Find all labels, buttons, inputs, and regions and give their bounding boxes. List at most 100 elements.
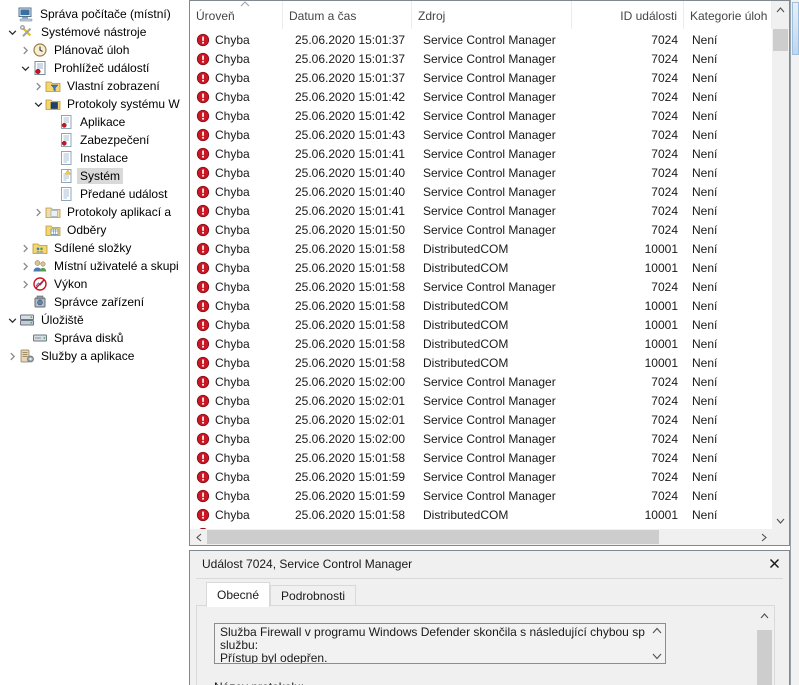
event-row[interactable]: Chyba25.06.2020 15:01:40Service Control … (190, 182, 772, 201)
event-source: Service Control Manager (412, 394, 572, 408)
chevron-right-icon[interactable] (18, 259, 32, 273)
error-icon (196, 185, 210, 199)
event-row[interactable]: Chyba25.06.2020 15:01:58DistributedCOM10… (190, 334, 772, 353)
event-row[interactable]: Chyba25.06.2020 15:01:41Service Control … (190, 201, 772, 220)
event-row[interactable]: Chyba25.06.2020 15:01:43Service Control … (190, 125, 772, 144)
event-row[interactable]: Chyba25.06.2020 15:01:58DistributedCOM10… (190, 353, 772, 372)
chevron-right-icon[interactable] (18, 43, 32, 57)
event-source: Service Control Manager (412, 375, 572, 389)
event-row[interactable]: Chyba25.06.2020 15:02:00Service Control … (190, 429, 772, 448)
event-row[interactable]: Chyba25.06.2020 15:01:59Service Control … (190, 486, 772, 505)
event-level: Chyba (190, 337, 283, 351)
detail-scrollbar[interactable] (756, 607, 773, 685)
tree-item-zabezpeceni[interactable]: Zabezpečení (0, 131, 184, 149)
column-header-datetime[interactable]: Datum a čas (283, 1, 412, 29)
tree-item-spravce-zarizeni[interactable]: Správce zařízení (0, 293, 184, 311)
event-datetime: 25.06.2020 15:02:00 (283, 375, 412, 389)
event-row[interactable]: Chyba25.06.2020 15:01:42Service Control … (190, 87, 772, 106)
tree-item-systemove-nastroje[interactable]: Systémové nástroje (0, 23, 184, 41)
event-datetime: 25.06.2020 15:01:43 (283, 128, 412, 142)
tree-item-vykon[interactable]: Výkon (0, 275, 184, 293)
error-icon (196, 394, 210, 408)
event-row[interactable]: Chyba25.06.2020 15:01:58Service Control … (190, 448, 772, 467)
tree-item-predane-udalost[interactable]: Předané událost (0, 185, 184, 203)
detail-scroll-up-icon[interactable] (756, 607, 773, 624)
column-header-level[interactable]: Úroveň (190, 1, 283, 29)
tree-item-protokoly-aplikaci-a[interactable]: Protokoly aplikací a (0, 203, 184, 221)
event-row[interactable]: Chyba25.06.2020 15:02:01Service Control … (190, 391, 772, 410)
event-row[interactable]: Chyba25.06.2020 15:01:58Service Control … (190, 277, 772, 296)
tree-item-vlastni-zobrazeni[interactable]: Vlastní zobrazení (0, 77, 184, 95)
event-datetime: 25.06.2020 15:01:59 (283, 470, 412, 484)
event-row[interactable]: Chyba25.06.2020 15:01:58DistributedCOM10… (190, 315, 772, 334)
tab-obecne[interactable]: Obecné (206, 582, 270, 607)
scroll-up-icon[interactable] (772, 1, 789, 18)
message-scroll-up-icon[interactable] (652, 627, 662, 634)
tree-item-sdilene-slozky[interactable]: Sdílené složky (0, 239, 184, 257)
chevron-down-icon[interactable] (31, 97, 45, 111)
event-datetime: 25.06.2020 15:02:00 (283, 432, 412, 446)
vertical-scrollbar[interactable] (772, 1, 789, 529)
detail-scroll-thumb[interactable] (757, 630, 772, 685)
column-header-category[interactable]: Kategorie úloh (684, 1, 772, 29)
tree-item-protokoly-systemu-w[interactable]: Protokoly systému W (0, 95, 184, 113)
chevron-down-icon[interactable] (18, 61, 32, 75)
event-message[interactable]: Služba Firewall v programu Windows Defen… (214, 623, 666, 664)
event-row[interactable]: Chyba25.06.2020 15:01:42Service Control … (190, 106, 772, 125)
event-row[interactable]: Chyba25.06.2020 15:01:37Service Control … (190, 30, 772, 49)
column-header-event_id[interactable]: ID události (572, 1, 684, 29)
chevron-right-icon[interactable] (31, 79, 45, 93)
column-header-source[interactable]: Zdroj (412, 1, 572, 29)
event-row[interactable]: Chyba25.06.2020 15:01:58DistributedCOM10… (190, 296, 772, 315)
tree-item-sluzby-a-aplikace[interactable]: Služby a aplikace (0, 347, 184, 365)
chevron-down-icon[interactable] (5, 313, 19, 327)
event-source: Service Control Manager (412, 204, 572, 218)
event-row[interactable]: Chyba25.06.2020 15:01:50Service Control … (190, 220, 772, 239)
chevron-right-icon[interactable] (18, 241, 32, 255)
chevron-right-icon[interactable] (5, 349, 19, 363)
horizontal-scrollbar[interactable] (190, 529, 772, 545)
shared-folders-icon (32, 240, 48, 256)
actions-pane-accent[interactable] (792, 2, 799, 55)
event-row[interactable]: Chyba25.06.2020 15:02:00Service Control … (190, 372, 772, 391)
horizontal-scroll-thumb[interactable] (207, 530, 659, 544)
error-icon (196, 242, 210, 256)
close-icon[interactable] (769, 558, 780, 569)
tree-item-sprava-disku[interactable]: Správa disků (0, 329, 184, 347)
chevron-right-icon[interactable] (31, 205, 45, 219)
disk-management-icon (32, 330, 48, 346)
event-row[interactable]: Chyba25.06.2020 15:01:37Service Control … (190, 49, 772, 68)
tree-item-system[interactable]: Systém (0, 167, 184, 185)
scroll-down-icon[interactable] (772, 512, 789, 529)
chevron-right-icon[interactable] (18, 277, 32, 291)
event-level-label: Chyba (215, 52, 250, 66)
tree-item-uloziste[interactable]: Úložiště (0, 311, 184, 329)
event-row[interactable]: Chyba25.06.2020 15:01:58DistributedCOM10… (190, 239, 772, 258)
tree-item-instalace[interactable]: Instalace (0, 149, 184, 167)
vertical-scroll-thumb[interactable] (773, 29, 788, 51)
message-scroll-down-icon[interactable] (652, 653, 662, 660)
event-row[interactable]: Chyba25.06.2020 15:02:01Service Control … (190, 410, 772, 429)
event-row[interactable]: Chyba25.06.2020 15:01:58DistributedCOM10… (190, 505, 772, 524)
tree-item-odbery[interactable]: Odběry (0, 221, 184, 239)
event-level-label: Chyba (215, 508, 250, 522)
tree-item-planovac-uloh[interactable]: Plánovač úloh (0, 41, 184, 59)
tree-item-mistni-uzivatele-a-skupi[interactable]: Místní uživatelé a skupi (0, 257, 184, 275)
event-category: Není (684, 71, 772, 85)
event-source: DistributedCOM (412, 337, 572, 351)
tab-podrobnosti[interactable]: Podrobnosti (270, 585, 356, 606)
tree-item-prohlizec-udalosti[interactable]: Prohlížeč událostí (0, 59, 184, 77)
scroll-left-icon[interactable] (190, 529, 207, 545)
event-row[interactable]: Chyba25.06.2020 15:01:40Service Control … (190, 163, 772, 182)
event-row[interactable]: Chyba25.06.2020 15:01:59Service Control … (190, 467, 772, 486)
event-row[interactable]: Chyba25.06.2020 15:01:41Service Control … (190, 144, 772, 163)
column-header-label: Datum a čas (289, 9, 356, 23)
chevron-down-icon[interactable] (5, 25, 19, 39)
event-source: Service Control Manager (412, 489, 572, 503)
event-row[interactable]: Chyba25.06.2020 15:01:37Service Control … (190, 68, 772, 87)
event-row[interactable]: Chyba25.06.2020 15:01:58DistributedCOM10… (190, 258, 772, 277)
tree-item-sprava-pocitace-mistni[interactable]: Správa počítače (místní) (0, 5, 184, 23)
event-id: 10001 (572, 508, 684, 522)
scroll-right-icon[interactable] (755, 529, 772, 545)
tree-item-aplikace[interactable]: Aplikace (0, 113, 184, 131)
